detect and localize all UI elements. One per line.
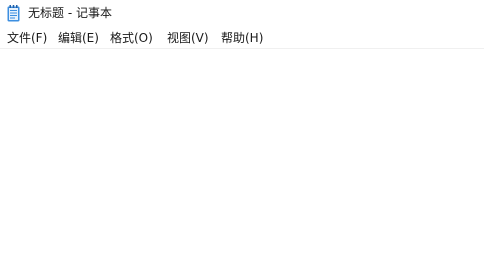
menu-help[interactable]: 帮助(H) <box>221 31 263 46</box>
menu-format[interactable]: 格式(O) <box>110 31 153 46</box>
notepad-window: 无标题 - 记事本 文件(F) 编辑(E) 格式(O) 视图(V) 帮助(H) <box>0 0 484 259</box>
menu-view[interactable]: 视图(V) <box>167 31 209 46</box>
menu-bar: 文件(F) 编辑(E) 格式(O) 视图(V) 帮助(H) <box>0 27 484 49</box>
menu-file[interactable]: 文件(F) <box>7 31 47 46</box>
notepad-icon <box>7 5 20 22</box>
title-bar[interactable]: 无标题 - 记事本 <box>0 0 484 27</box>
text-editor-area[interactable] <box>0 49 484 259</box>
window-title: 无标题 - 记事本 <box>28 6 112 20</box>
menu-edit[interactable]: 编辑(E) <box>58 31 99 46</box>
